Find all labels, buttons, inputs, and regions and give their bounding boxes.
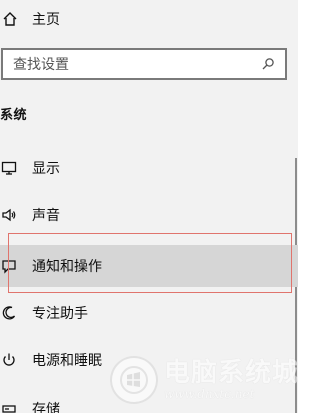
sidebar-item-label: 通知和操作	[32, 259, 102, 275]
search-icon[interactable]	[261, 57, 275, 71]
settings-page: 主页 查找设置 系统 显示 声音 通知和操作 专注助手 电源和睡眠 存储 电脑系…	[0, 0, 310, 413]
sidebar-item-notifications[interactable]: 通知和操作	[0, 245, 298, 287]
moon-icon	[0, 305, 18, 321]
sidebar-item-label: 电源和睡眠	[32, 353, 102, 369]
power-icon	[0, 352, 18, 368]
sidebar-item-label: 存储	[32, 402, 60, 413]
home-label: 主页	[32, 12, 60, 28]
sidebar-item-label: 专注助手	[32, 306, 88, 322]
sidebar-item-display[interactable]: 显示	[0, 147, 298, 189]
display-icon	[0, 160, 18, 176]
search-placeholder: 查找设置	[13, 57, 69, 73]
sidebar-item-label: 声音	[32, 208, 60, 224]
storage-icon	[0, 401, 18, 413]
notification-icon	[0, 258, 18, 274]
window-right-edge	[298, 0, 310, 413]
sidebar-item-label: 显示	[32, 161, 60, 177]
home-icon	[2, 11, 18, 27]
speaker-icon	[0, 207, 18, 223]
sidebar-item-focus-assist[interactable]: 专注助手	[0, 292, 298, 334]
sidebar-item-sound[interactable]: 声音	[0, 194, 298, 236]
section-title: 系统	[0, 108, 28, 123]
settings-search-input[interactable]: 查找设置	[1, 48, 287, 80]
home-nav-item[interactable]: 主页	[0, 8, 60, 30]
sidebar-item-storage[interactable]: 存储	[0, 388, 298, 413]
sidebar-item-power-sleep[interactable]: 电源和睡眠	[0, 339, 298, 381]
